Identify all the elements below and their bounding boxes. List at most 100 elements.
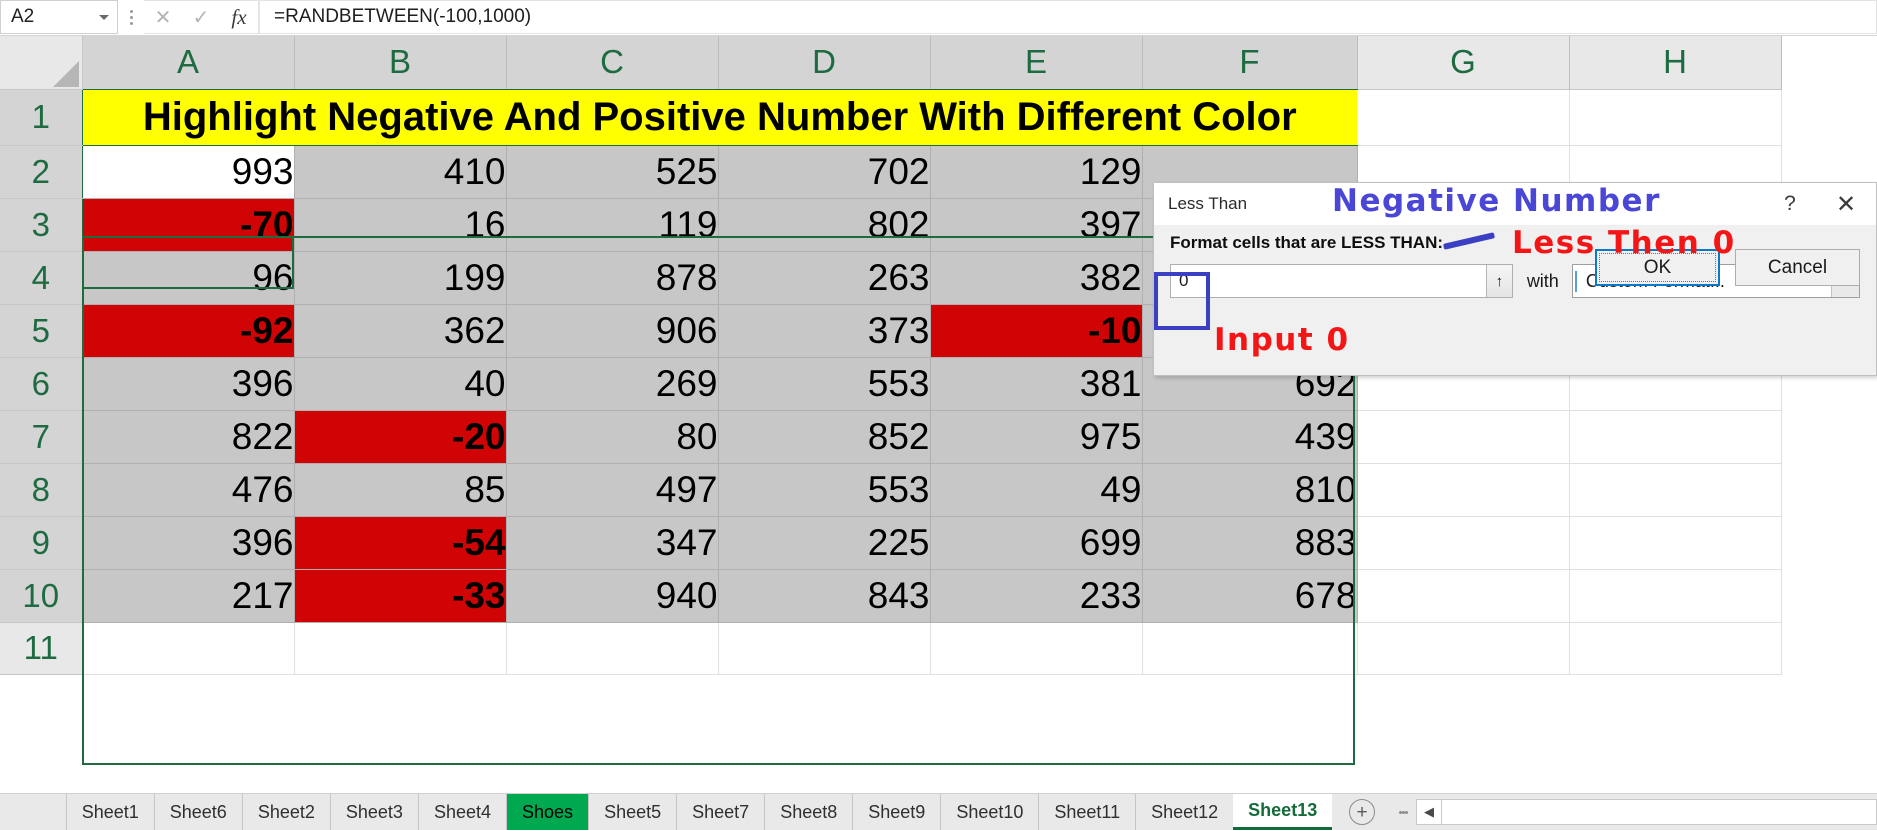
column-header-c[interactable]: C: [506, 36, 719, 90]
scroll-left-icon[interactable]: ◀: [1416, 799, 1442, 825]
sheet-tab-sheet2[interactable]: Sheet2: [241, 794, 330, 830]
tab-split-handle[interactable]: [1392, 794, 1416, 830]
cell-b10[interactable]: -33: [294, 569, 507, 623]
cell-c2[interactable]: 525: [506, 145, 719, 199]
help-icon[interactable]: ?: [1766, 183, 1814, 225]
cell-c9[interactable]: 347: [506, 516, 719, 570]
column-header-f[interactable]: F: [1142, 36, 1358, 90]
cell-a4[interactable]: 96: [82, 251, 295, 305]
sheet-tab-sheet9[interactable]: Sheet9: [852, 794, 940, 830]
ok-button[interactable]: OK: [1595, 249, 1720, 286]
cell-d9[interactable]: 225: [718, 516, 931, 570]
name-box[interactable]: A2: [0, 0, 118, 34]
sheet-tab-shoes[interactable]: Shoes: [506, 794, 589, 830]
cell-a5[interactable]: -92: [82, 304, 295, 358]
formula-bar-grip[interactable]: [118, 0, 144, 35]
cell-d7[interactable]: 852: [718, 410, 931, 464]
cell-g10[interactable]: [1357, 569, 1570, 623]
row-header-11[interactable]: 11: [0, 622, 83, 675]
cell-c7[interactable]: 80: [506, 410, 719, 464]
cell-a9[interactable]: 396: [82, 516, 295, 570]
cell-g11[interactable]: [1357, 622, 1570, 675]
row-header-1[interactable]: 1: [0, 89, 83, 146]
cell-f10[interactable]: 678: [1142, 569, 1358, 623]
cell-c8[interactable]: 497: [506, 463, 719, 517]
cell-e7[interactable]: 975: [930, 410, 1143, 464]
cell-b2[interactable]: 410: [294, 145, 507, 199]
cell-d4[interactable]: 263: [718, 251, 931, 305]
cell-h9[interactable]: [1569, 516, 1782, 570]
cell-c4[interactable]: 878: [506, 251, 719, 305]
cell-c10[interactable]: 940: [506, 569, 719, 623]
threshold-value-field[interactable]: ↑: [1170, 264, 1513, 298]
cell-d2[interactable]: 702: [718, 145, 931, 199]
cell-b7[interactable]: -20: [294, 410, 507, 464]
cell-a6[interactable]: 396: [82, 357, 295, 411]
column-header-g[interactable]: G: [1357, 36, 1570, 90]
cell-f11[interactable]: [1142, 622, 1358, 675]
column-header-e[interactable]: E: [930, 36, 1143, 90]
cell-h10[interactable]: [1569, 569, 1782, 623]
range-picker-icon[interactable]: ↑: [1485, 265, 1512, 297]
sheet-tab-sheet3[interactable]: Sheet3: [329, 794, 418, 830]
cell-a11[interactable]: [82, 622, 295, 675]
cell-b11[interactable]: [294, 622, 507, 675]
sheet-tab-sheet11[interactable]: Sheet11: [1038, 794, 1135, 830]
cell-b6[interactable]: 40: [294, 357, 507, 411]
row-header-3[interactable]: 3: [0, 198, 83, 252]
sheet-tab-sheet12[interactable]: Sheet12: [1135, 794, 1233, 830]
cell-f7[interactable]: 439: [1142, 410, 1358, 464]
cell-a10[interactable]: 217: [82, 569, 295, 623]
cell-d3[interactable]: 802: [718, 198, 931, 252]
cell-d10[interactable]: 843: [718, 569, 931, 623]
cell-e5[interactable]: -10: [930, 304, 1143, 358]
cell-b3[interactable]: 16: [294, 198, 507, 252]
column-header-h[interactable]: H: [1569, 36, 1782, 90]
cell-e2[interactable]: 129: [930, 145, 1143, 199]
row-header-6[interactable]: 6: [0, 357, 83, 411]
cell-c5[interactable]: 906: [506, 304, 719, 358]
column-header-a[interactable]: A: [82, 36, 295, 90]
spreadsheet-grid[interactable]: A B C D E F G H 1 Highlight Negative And…: [0, 36, 1877, 793]
cell-e11[interactable]: [930, 622, 1143, 675]
horizontal-scrollbar[interactable]: ◀: [1416, 794, 1877, 830]
cell-e3[interactable]: 397: [930, 198, 1143, 252]
cell-g9[interactable]: [1357, 516, 1570, 570]
row-header-9[interactable]: 9: [0, 516, 83, 570]
cell-d11[interactable]: [718, 622, 931, 675]
row-header-8[interactable]: 8: [0, 463, 83, 517]
sheet-tab-sheet1[interactable]: Sheet1: [65, 794, 154, 830]
cell-d6[interactable]: 553: [718, 357, 931, 411]
fx-icon[interactable]: fx: [220, 1, 258, 33]
cell-e10[interactable]: 233: [930, 569, 1143, 623]
cell-g1[interactable]: [1357, 89, 1570, 146]
cell-g8[interactable]: [1357, 463, 1570, 517]
cell-b5[interactable]: 362: [294, 304, 507, 358]
cell-c6[interactable]: 269: [506, 357, 719, 411]
cell-g7[interactable]: [1357, 410, 1570, 464]
cell-h7[interactable]: [1569, 410, 1782, 464]
cell-e9[interactable]: 699: [930, 516, 1143, 570]
row-header-2[interactable]: 2: [0, 145, 83, 199]
cell-e4[interactable]: 382: [930, 251, 1143, 305]
formula-input[interactable]: =RANDBETWEEN(-100,1000): [259, 0, 1877, 34]
cell-a8[interactable]: 476: [82, 463, 295, 517]
sheet-tab-sheet5[interactable]: Sheet5: [588, 794, 676, 830]
cell-c11[interactable]: [506, 622, 719, 675]
cell-c3[interactable]: 119: [506, 198, 719, 252]
sheet-tab-sheet8[interactable]: Sheet8: [764, 794, 852, 830]
less-than-dialog[interactable]: Less Than ? ✕ Format cells that are LESS…: [1153, 182, 1877, 376]
cell-e6[interactable]: 381: [930, 357, 1143, 411]
cell-a3[interactable]: -70: [82, 198, 295, 252]
check-icon[interactable]: ✓: [182, 1, 220, 33]
cell-a7[interactable]: 822: [82, 410, 295, 464]
threshold-value-input[interactable]: [1171, 265, 1486, 297]
column-header-b[interactable]: B: [294, 36, 507, 90]
row-header-10[interactable]: 10: [0, 569, 83, 623]
chevron-down-icon[interactable]: [99, 14, 109, 20]
cell-f8[interactable]: 810: [1142, 463, 1358, 517]
cell-h8[interactable]: [1569, 463, 1782, 517]
close-icon[interactable]: ✕: [1822, 183, 1870, 225]
title-banner-cell[interactable]: Highlight Negative And Positive Number W…: [82, 89, 1357, 146]
cell-h11[interactable]: [1569, 622, 1782, 675]
